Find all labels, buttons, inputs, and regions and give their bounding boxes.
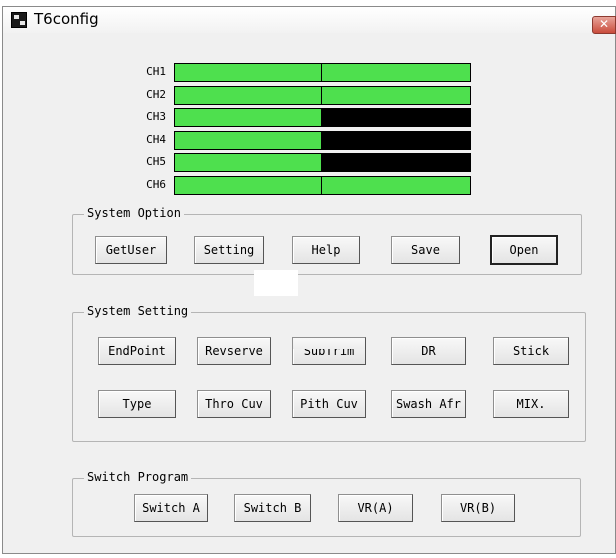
swash-afr-button[interactable]: Swash Afr: [391, 390, 466, 418]
switch-program-title: Switch Program: [84, 470, 192, 484]
channel-bar-right: [322, 132, 470, 149]
channel-label-ch1: CH1: [146, 65, 166, 78]
stick-button[interactable]: Stick: [493, 337, 569, 365]
vr-a-button[interactable]: VR(A): [338, 494, 413, 522]
switch-a-button[interactable]: Switch A: [134, 494, 208, 522]
channel-label-ch3: CH3: [146, 110, 166, 123]
channel-label-ch2: CH2: [146, 88, 166, 101]
channel-bar-right: [322, 109, 470, 126]
channel-bar-right: [322, 87, 470, 104]
open-button[interactable]: Open: [490, 235, 558, 265]
type-button[interactable]: Type: [98, 390, 176, 418]
system-setting-group: System Setting: [72, 304, 586, 442]
channel-bar-left: [175, 64, 322, 81]
switch-b-button[interactable]: Switch B: [234, 494, 311, 522]
save-button[interactable]: Save: [391, 236, 460, 264]
channel-bar-left: [175, 87, 322, 104]
channel-bar-ch1: [174, 63, 471, 82]
channel-label-ch4: CH4: [146, 133, 166, 146]
vr-b-button[interactable]: VR(B): [441, 494, 515, 522]
window-title: T6config: [34, 10, 99, 28]
channel-bar-right: [322, 64, 470, 81]
setting-button[interactable]: Setting: [194, 236, 264, 264]
title-bar[interactable]: T6config ✕: [3, 7, 616, 34]
channel-bar-ch5: [174, 153, 471, 172]
channel-bar-ch6: [174, 176, 471, 195]
subtrim-label-mask: [293, 338, 365, 349]
getuser-button[interactable]: GetUser: [95, 236, 167, 264]
mix-button[interactable]: MIX.: [493, 390, 569, 418]
channel-bar-right: [322, 154, 470, 171]
channel-bar-left: [175, 109, 322, 126]
endpoint-button[interactable]: EndPoint: [98, 337, 176, 365]
close-icon[interactable]: ✕: [592, 16, 616, 34]
channel-bar-left: [175, 177, 322, 194]
system-setting-title: System Setting: [84, 304, 192, 318]
channel-bar-left: [175, 132, 322, 149]
dr-button[interactable]: DR: [391, 337, 466, 365]
channel-bar-ch3: [174, 108, 471, 127]
channel-bar-right: [322, 177, 470, 194]
channel-bar-ch2: [174, 86, 471, 105]
channel-bar-left: [175, 154, 322, 171]
pith-cuv-button[interactable]: Pith Cuv: [292, 390, 366, 418]
t6config-app-icon: [11, 12, 27, 28]
help-button[interactable]: Help: [292, 236, 360, 264]
blank-patch: [254, 270, 298, 296]
reverse-button[interactable]: Revserve: [197, 337, 271, 365]
subtrim-button[interactable]: SubTrim: [292, 337, 366, 365]
system-option-title: System Option: [84, 206, 184, 220]
channel-label-ch6: CH6: [146, 178, 166, 191]
thro-cuv-button[interactable]: Thro Cuv: [197, 390, 271, 418]
channel-bar-ch4: [174, 131, 471, 150]
channel-label-ch5: CH5: [146, 155, 166, 168]
